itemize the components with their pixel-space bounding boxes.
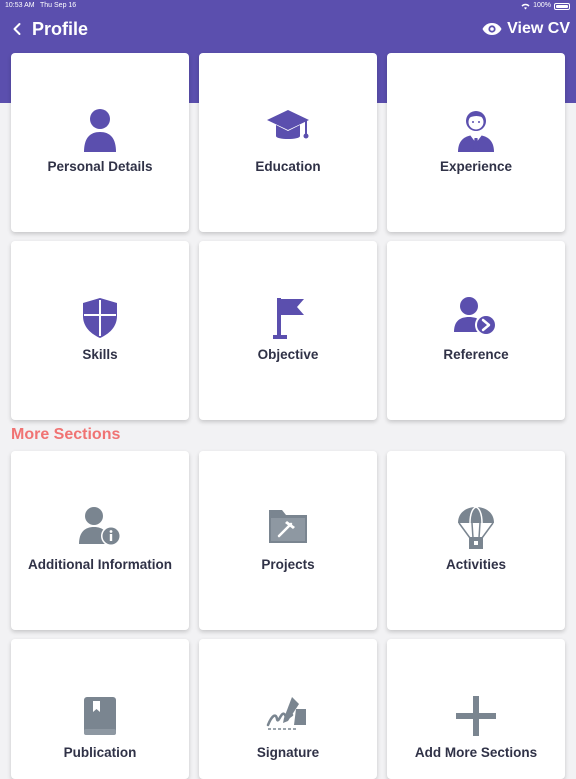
shield-icon <box>11 296 189 340</box>
card-label: Reference <box>443 347 509 362</box>
personal-details-card[interactable]: Personal Details <box>11 53 189 232</box>
status-bar: 10:53 AM Thu Sep 16 100% <box>0 0 576 12</box>
card-label: Education <box>255 159 321 174</box>
education-card[interactable]: Education <box>199 53 377 232</box>
signature-icon <box>199 695 377 733</box>
signature-card[interactable]: Signature <box>199 639 377 779</box>
person-info-icon <box>11 506 189 548</box>
folder-hammer-icon <box>199 506 377 546</box>
status-date: Thu Sep 16 <box>40 2 77 9</box>
add-more-sections-card[interactable]: Add More Sections <box>387 639 565 779</box>
status-time: 10:53 AM <box>5 2 35 9</box>
card-label: Signature <box>256 745 320 760</box>
chevron-left-icon <box>13 23 21 35</box>
experience-card[interactable]: Experience <box>387 53 565 232</box>
card-label: Objective <box>257 347 319 362</box>
card-label: Projects <box>261 557 315 572</box>
card-label: Add More Sections <box>414 745 538 760</box>
reference-card[interactable]: Reference <box>387 241 565 420</box>
graduation-cap-icon <box>199 108 377 148</box>
nav-bar: Profile View CV <box>0 14 576 44</box>
page-title: Profile <box>32 19 89 39</box>
card-label: Experience <box>439 159 513 174</box>
back-button[interactable] <box>6 16 28 42</box>
card-label: Publication <box>63 745 137 760</box>
card-label: Skills <box>82 347 118 362</box>
projects-card[interactable]: Projects <box>199 451 377 630</box>
skills-card[interactable]: Skills <box>11 241 189 420</box>
battery-percent: 100% <box>533 2 551 9</box>
additional-information-card[interactable]: Additional Information <box>11 451 189 630</box>
battery-icon <box>554 2 570 10</box>
more-sections-heading: More Sections <box>11 426 121 443</box>
card-label: Activities <box>445 557 507 572</box>
activities-card[interactable]: Activities <box>387 451 565 630</box>
person-arrow-icon <box>387 296 565 338</box>
person-icon <box>11 108 189 152</box>
businessman-icon <box>387 108 565 152</box>
objective-card[interactable]: Objective <box>199 241 377 420</box>
publication-card[interactable]: Publication <box>11 639 189 779</box>
flag-icon <box>199 296 377 340</box>
view-cv-label: View CV <box>507 20 570 37</box>
eye-icon <box>482 23 502 35</box>
wifi-icon <box>521 3 530 9</box>
card-label: Additional Information <box>28 557 172 572</box>
view-cv-button[interactable]: View CV <box>482 17 570 41</box>
plus-icon <box>387 695 565 737</box>
status-right: 100% <box>521 0 570 12</box>
book-icon <box>11 695 189 737</box>
card-label: Personal Details <box>47 159 153 174</box>
parachute-icon <box>387 506 565 550</box>
